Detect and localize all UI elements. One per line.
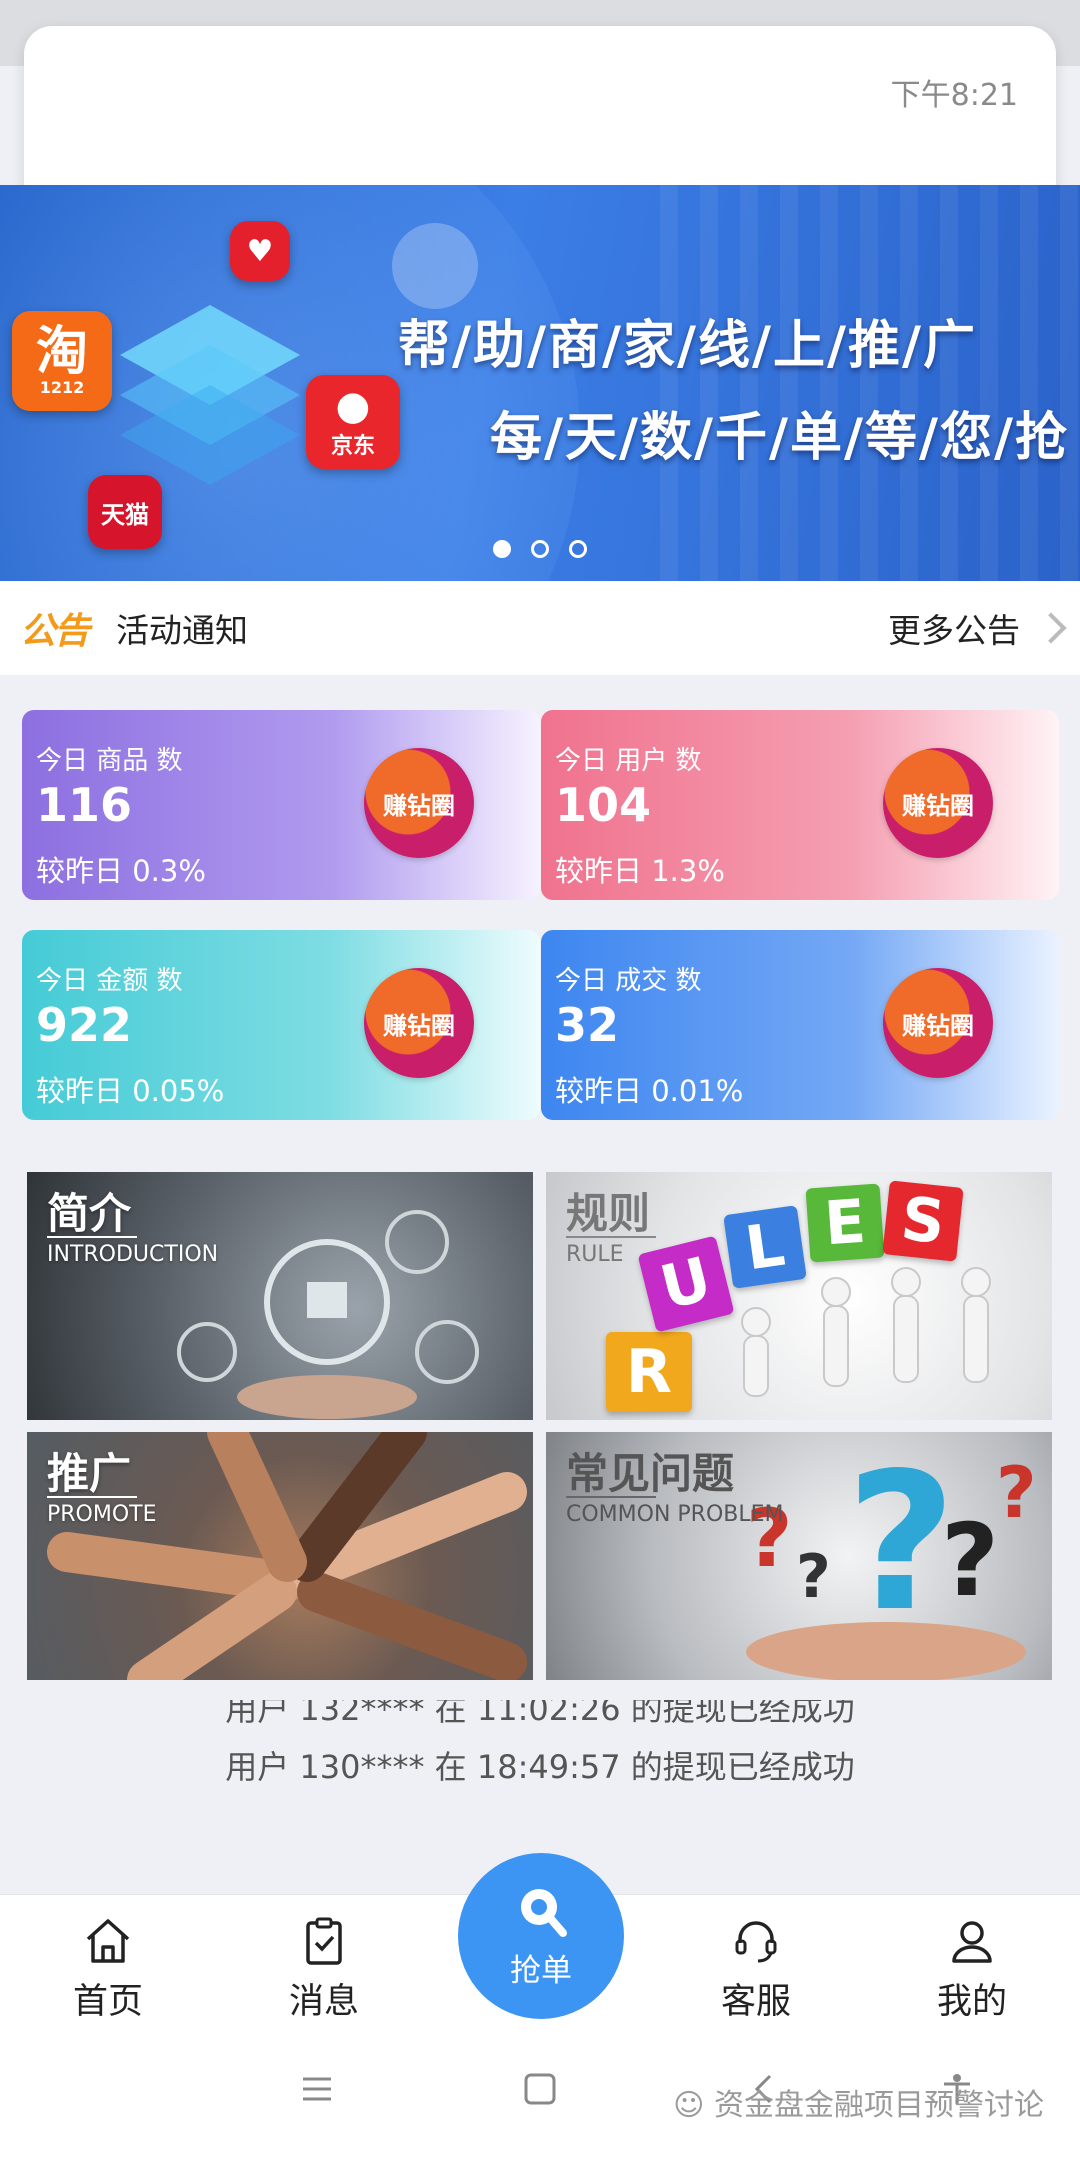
taobao-icon-sub: 1212	[39, 377, 85, 397]
ticker-previous: 用户 132**** 在 11:02:26 的提现已经成功	[0, 1700, 1080, 1726]
user-icon	[952, 1921, 992, 1963]
stat-label: 今日 用户 数	[555, 746, 702, 776]
grab-order-button[interactable]: 抢单	[458, 1853, 624, 2019]
tile-title: 规则	[566, 1189, 651, 1238]
taobao-icon: 淘 1212	[12, 311, 112, 411]
brand-logo-text: 赚钻圈	[383, 1011, 455, 1040]
tile-promote[interactable]: 推广 PROMOTE	[27, 1432, 533, 1680]
tile-rules[interactable]: R U L E S 规则 RULE	[546, 1172, 1052, 1420]
menu-icon[interactable]	[300, 2072, 334, 2106]
tile-subtitle: PROMOTE	[47, 1502, 157, 1527]
tmall-icon-text: 天猫	[101, 500, 149, 529]
carousel-dot-2[interactable]	[531, 540, 549, 558]
stat-card-products: 今日 商品 数 116 较昨日 0.3% 赚钻圈	[22, 710, 540, 900]
stat-value: 32	[555, 998, 620, 1052]
tile-subtitle: COMMON PROBLEM	[566, 1502, 784, 1527]
ticker-current: 用户 130**** 在 18:49:57 的提现已经成功	[225, 1748, 855, 1786]
stat-label: 今日 商品 数	[36, 746, 183, 776]
tab-label: 消息	[288, 1982, 359, 2022]
tile-title: 推广	[47, 1449, 132, 1498]
clipboard-check-icon	[306, 1917, 342, 1965]
notification-time: 下午8:21	[890, 78, 1018, 113]
notice-text[interactable]: 活动通知	[116, 604, 248, 652]
tmall-icon: 天猫	[88, 475, 162, 549]
chevron-right-icon[interactable]	[1035, 612, 1067, 644]
brand-logo-text: 赚钻圈	[902, 1011, 974, 1040]
brand-logo-icon: 赚钻圈	[364, 748, 474, 858]
tile-introduction[interactable]: 简介 INTRODUCTION	[27, 1172, 533, 1420]
tab-messages[interactable]: 消息	[234, 1895, 414, 2031]
stat-label: 今日 金额 数	[36, 966, 183, 996]
headset-icon	[735, 1921, 777, 1963]
home-icon	[86, 1919, 130, 1963]
tile-subtitle: INTRODUCTION	[47, 1242, 219, 1267]
jd-icon-text: 京东	[330, 434, 375, 459]
stat-compare: 较昨日 0.05%	[36, 1074, 225, 1108]
tile-divider	[47, 1236, 137, 1238]
stat-compare: 较昨日 1.3%	[555, 854, 725, 888]
watermark: ☺ 资金盘金融项目预警讨论	[673, 2080, 1044, 2124]
brand-logo-icon: 赚钻圈	[883, 968, 993, 1078]
tile-common-problem[interactable]: ? ? ? ? ? 常见问题 COMMON PROBLEM	[546, 1432, 1052, 1680]
question-mark-icon: ?	[796, 1542, 831, 1612]
tile-divider	[566, 1496, 656, 1498]
banner-subheadline: 每/天/数/千/单/等/您/抢	[490, 408, 1069, 468]
question-mark-icon: ?	[941, 1502, 1000, 1619]
stat-label: 今日 成交 数	[555, 966, 702, 996]
grab-order-label: 抢单	[510, 1953, 572, 1989]
stat-value: 104	[555, 778, 652, 832]
brand-logo-icon: 赚钻圈	[883, 748, 993, 858]
pinduoduo-icon: ♥	[230, 221, 290, 281]
stat-compare: 较昨日 0.3%	[36, 854, 206, 888]
tab-label: 首页	[72, 1982, 143, 2022]
carousel-dots[interactable]	[0, 540, 1080, 558]
tile-title: 简介	[47, 1189, 132, 1238]
notification-popup[interactable]: 下午8:21	[24, 26, 1056, 210]
brand-logo-icon: 赚钻圈	[364, 968, 474, 1078]
brand-logo-text: 赚钻圈	[902, 791, 974, 820]
notice-logo: 公告	[20, 611, 90, 652]
carousel-dot-3[interactable]	[569, 540, 587, 558]
tile-divider	[566, 1236, 656, 1238]
wechat-icon: ☺	[673, 2088, 705, 2123]
tile-title: 常见问题	[566, 1449, 735, 1498]
search-icon	[521, 1889, 567, 1937]
banner-headline: 帮/助/商/家/线/上/推/广	[398, 316, 977, 376]
cloud-icon	[392, 223, 478, 309]
question-mark-icon: ?	[996, 1452, 1037, 1534]
brand-logo-text: 赚钻圈	[383, 791, 455, 820]
watermark-text: 资金盘金融项目预警讨论	[714, 2088, 1044, 2123]
banner-carousel[interactable]: 淘 1212 ♥ ● 京东 天猫 帮/助/商/家/线/上/推/广 每/天/数/千…	[0, 185, 1080, 581]
question-mark-icon: ?	[846, 1432, 957, 1653]
stat-card-deals: 今日 成交 数 32 较昨日 0.01% 赚钻圈	[541, 930, 1059, 1120]
tile-subtitle: RULE	[566, 1242, 624, 1267]
more-notices-link[interactable]: 更多公告	[888, 604, 1020, 652]
jd-icon: ● 京东	[306, 375, 400, 469]
notice-bar[interactable]: 公告 活动通知 更多公告	[0, 581, 1080, 675]
tab-profile[interactable]: 我的	[882, 1895, 1062, 2031]
tile-divider	[47, 1496, 137, 1498]
stat-compare: 较昨日 0.01%	[555, 1074, 744, 1108]
banner-building	[660, 185, 1080, 581]
stat-card-users: 今日 用户 数 104 较昨日 1.3% 赚钻圈	[541, 710, 1059, 900]
stat-card-amount: 今日 金额 数 922 较昨日 0.05% 赚钻圈	[22, 930, 540, 1120]
ticker-previous-text: 用户 132**** 在 11:02:26 的提现已经成功	[225, 1700, 855, 1726]
hand-illustration	[746, 1622, 1026, 1680]
tab-label: 客服	[720, 1982, 791, 2022]
cube-illustration	[120, 305, 300, 485]
stat-value: 922	[36, 998, 133, 1052]
stat-value: 116	[36, 778, 133, 832]
taobao-icon-text: 淘	[35, 321, 88, 382]
carousel-dot-1[interactable]	[493, 540, 511, 558]
tab-label: 我的	[936, 1982, 1007, 2022]
home-square-icon[interactable]	[523, 2072, 557, 2106]
tab-home[interactable]: 首页	[18, 1895, 198, 2031]
tab-customer-service[interactable]: 客服	[666, 1895, 846, 2031]
